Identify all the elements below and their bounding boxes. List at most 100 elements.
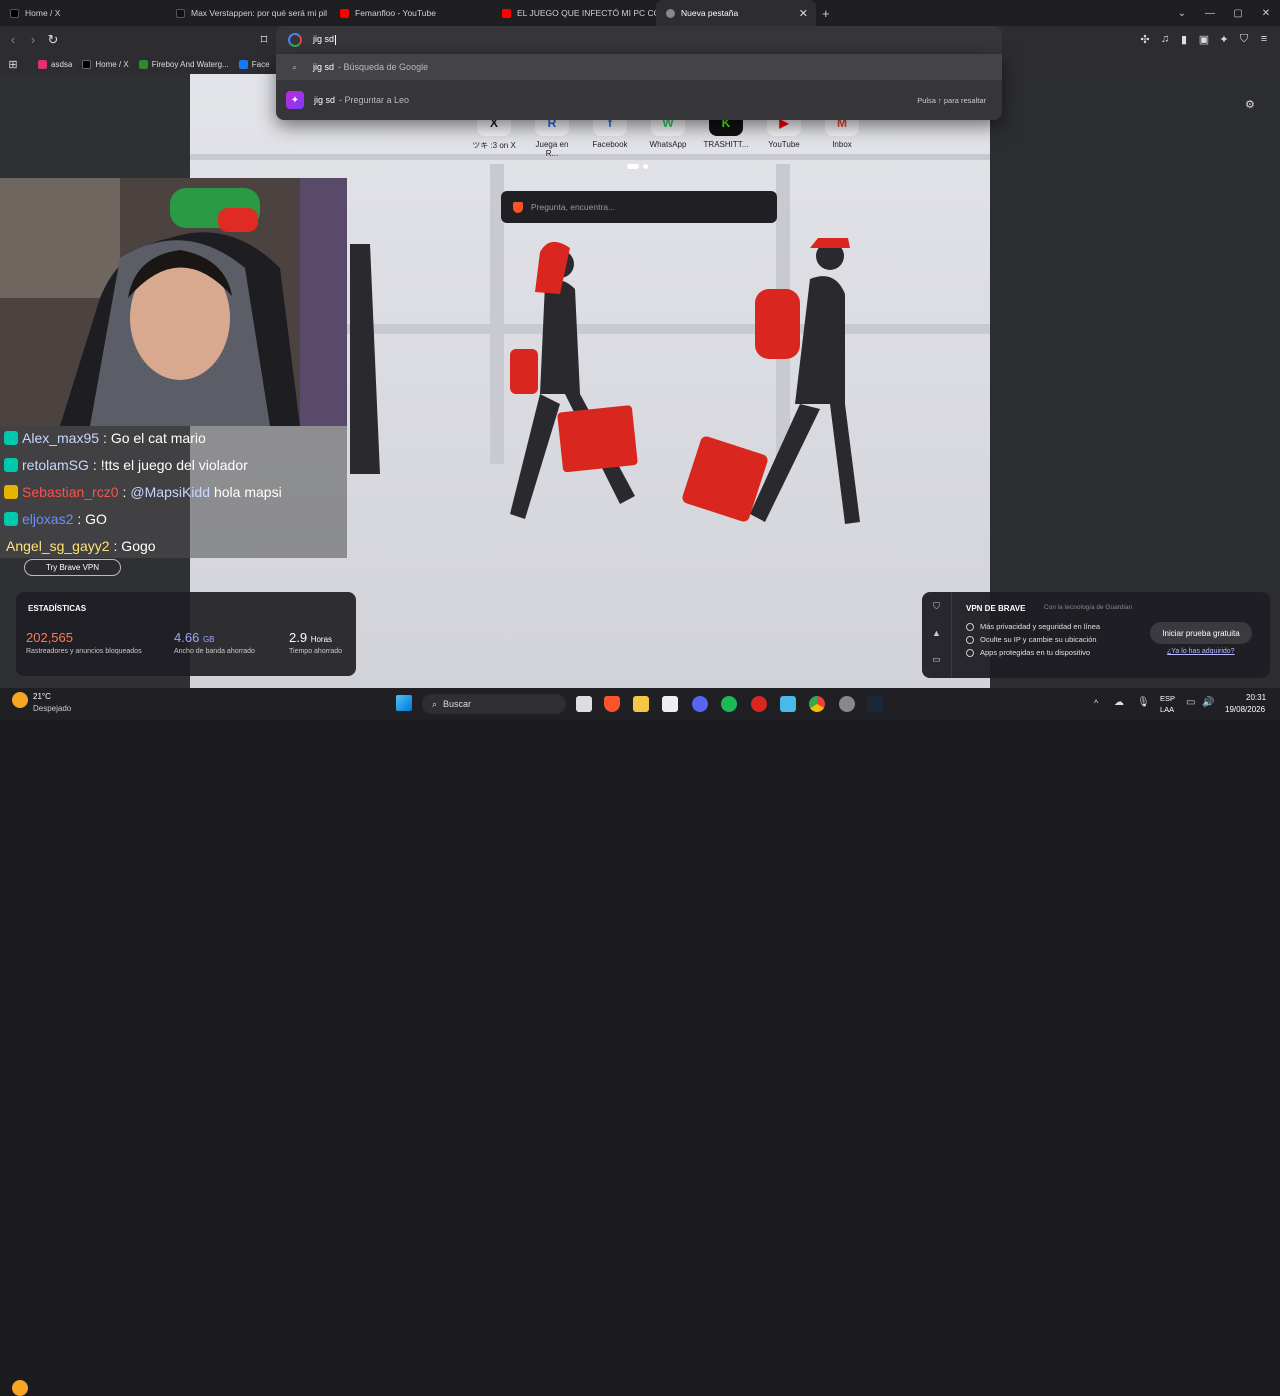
shortcut-label: Facebook (592, 140, 628, 149)
bookmark-label: Face (251, 59, 270, 69)
chat-text: : Gogo (113, 538, 156, 554)
leo-icon: ✦ (286, 91, 304, 109)
extensions-icon[interactable]: ✣ (1138, 33, 1152, 46)
shortcut-label: WhatsApp (649, 140, 687, 149)
reload-icon[interactable]: ↻ (45, 32, 61, 48)
leo-search-box[interactable]: Pregunta, encuentra... (501, 191, 777, 223)
chat-text: : !tts el juego del violador (92, 457, 248, 473)
tiktok-icon (176, 8, 185, 18)
clock-date[interactable]: 19/08/2026 (1225, 705, 1265, 714)
bookmark-label: asdsa (51, 59, 73, 69)
omnibox-suggestions: ⌕ jig sd - Búsqueda de Google ✦ jig sd -… (276, 54, 1002, 120)
facebook-icon (238, 59, 248, 69)
address-input[interactable]: jig sd (313, 34, 337, 45)
snipping-tool-icon[interactable] (662, 696, 678, 712)
taskbar-search[interactable]: ⌕ Buscar (422, 694, 566, 714)
address-bar[interactable]: jig sd (276, 26, 1002, 54)
media-icon[interactable]: ♫ (1158, 33, 1172, 45)
vpn-subtitle: Con la tecnología de Guardian (1044, 604, 1133, 611)
close-tab-icon[interactable]: ✕ (799, 7, 808, 20)
game-icon (138, 59, 148, 69)
weather-desc[interactable]: Despejado (33, 704, 71, 713)
warning-icon[interactable]: ▲ (922, 628, 951, 638)
shield-icon[interactable]: ⛉ (922, 601, 951, 612)
brave-icon (666, 8, 675, 18)
badge-icon (4, 458, 18, 472)
stat-number: 2.9 (289, 630, 308, 645)
chat-text: : Go el cat mario (103, 430, 206, 446)
shortcut-label: YouTube (768, 140, 800, 149)
chat-text: : GO (77, 511, 107, 527)
weather-temp[interactable]: 21°C (33, 692, 51, 701)
bookmark-item[interactable]: Home / X (82, 59, 129, 69)
lang-code[interactable]: ESP (1160, 694, 1175, 703)
stat-value: 4.66 GB (174, 630, 215, 645)
onedrive-icon[interactable]: ☁ (1114, 697, 1124, 708)
spotify-icon[interactable] (721, 696, 737, 712)
stat-number: 202,565 (26, 630, 73, 645)
minimize-button[interactable]: — (1196, 8, 1224, 19)
vpn-feature: Más privacidad y seguridad en línea (966, 622, 1100, 631)
maximize-button[interactable]: ▢ (1224, 8, 1252, 19)
volume-icon[interactable]: 🔊 (1202, 697, 1214, 708)
clock-time[interactable]: 20:31 (1246, 693, 1266, 702)
suggestion-leo[interactable]: ✦ jig sd - Preguntar a Leo Pulsa ↑ para … (276, 87, 1002, 113)
tray-chevron-icon[interactable]: ^ (1094, 698, 1098, 708)
tab[interactable]: EL JUEGO QUE INFECTÓ MI PC CON (492, 0, 656, 26)
shortcut-label: Inbox (832, 140, 852, 149)
try-brave-vpn-button[interactable]: Try Brave VPN (24, 559, 121, 576)
stats-title: ESTADÍSTICAS (28, 604, 87, 613)
chrome-icon[interactable] (809, 696, 825, 712)
tab[interactable]: Femanfloo - YouTube (330, 0, 492, 26)
menu-icon[interactable]: ≡ (1257, 33, 1271, 45)
already-purchased-link[interactable]: ¿Ya lo has adquirido? (1167, 648, 1235, 655)
youtube-icon (502, 8, 511, 18)
tab-label: Home / X (25, 8, 61, 18)
suggestion-google[interactable]: ⌕ jig sd - Búsqueda de Google (276, 54, 1002, 80)
weather-sun-icon (12, 1380, 28, 1396)
close-window-button[interactable]: ✕ (1252, 8, 1280, 19)
video-icon[interactable]: ▭ (922, 654, 951, 665)
tab[interactable]: Max Verstappen: por qué será mi pil (166, 0, 330, 26)
network-icon[interactable]: ▭ (1186, 697, 1195, 708)
badge-icon (4, 512, 18, 526)
windows-start-icon[interactable] (396, 695, 412, 711)
brave-lion-icon (513, 201, 523, 213)
tab-search-icon[interactable]: ⌄ (1168, 8, 1196, 19)
badge-icon (4, 431, 18, 445)
file-explorer-icon[interactable] (633, 696, 649, 712)
apps-grid-icon[interactable]: ⊞ (0, 58, 26, 71)
bookmark-item[interactable]: Fireboy And Waterg... (138, 59, 229, 69)
notepad-icon[interactable] (780, 696, 796, 712)
page-dot-active[interactable] (627, 164, 639, 169)
leo-icon[interactable]: ✦ (1217, 33, 1231, 46)
search-placeholder: Pregunta, encuentra... (531, 202, 616, 212)
bookmark-icon[interactable]: ⌑ (256, 32, 272, 48)
sidebar-icon[interactable]: ▮ (1177, 33, 1191, 46)
steam-icon[interactable] (867, 696, 883, 712)
app-icon[interactable] (839, 696, 855, 712)
chat-message: Angel_sg_gayy2: Gogo (6, 534, 156, 558)
new-tab-button[interactable]: + (822, 6, 830, 21)
start-trial-button[interactable]: Iniciar prueba gratuita (1150, 622, 1252, 644)
brave-taskbar-icon[interactable] (604, 696, 620, 712)
settings-gear-icon[interactable]: ⚙ (1245, 98, 1255, 111)
search-icon: ⌕ (432, 698, 438, 709)
bookmark-item[interactable]: asdsa (38, 59, 73, 69)
page-dot[interactable] (643, 164, 648, 169)
widget-switcher: ⛉ ▲ ▭ (922, 592, 952, 678)
lang-layout[interactable]: LAA (1160, 705, 1174, 714)
forward-icon[interactable]: › (25, 32, 41, 48)
back-icon[interactable]: ‹ (5, 32, 21, 48)
bookmark-item[interactable]: Face (238, 59, 270, 69)
tab[interactable]: Home / X (0, 0, 166, 26)
vpn-shield-icon[interactable]: ⛉ (1237, 33, 1251, 46)
tab-active[interactable]: Nueva pestaña ✕ (656, 0, 816, 26)
task-view-icon[interactable] (576, 696, 592, 712)
wallet-icon[interactable]: ▣ (1197, 33, 1211, 46)
weather-sun-icon[interactable] (12, 692, 28, 708)
mic-icon[interactable]: 🎙 (1137, 697, 1150, 708)
stat-unit: Horas (310, 635, 333, 644)
discord-icon[interactable] (692, 696, 708, 712)
app-icon[interactable] (751, 696, 767, 712)
